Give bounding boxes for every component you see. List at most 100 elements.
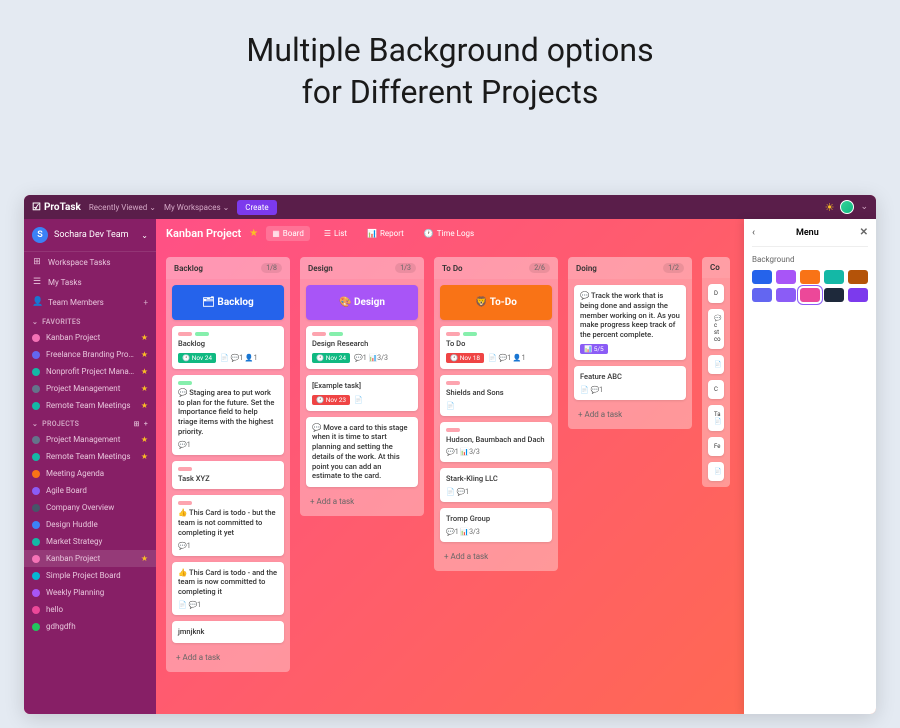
back-button[interactable]: ‹ [752,227,755,238]
add-task-button[interactable]: + Add a task [306,493,418,510]
column-header[interactable]: To Do2/6 [434,257,558,279]
column-hero-card[interactable]: 🗂 Backlog [172,285,284,320]
task-card[interactable]: Backlog🕐 Nov 24📄 💬1 👤1 [172,326,284,369]
sidebar-favorite-item[interactable]: Remote Team Meetings★ [24,397,156,414]
card-tag [178,332,192,336]
card-title: 💬 Move a card to this stage when it is t… [312,423,412,482]
sidebar-favorite-item[interactable]: Project Management★ [24,380,156,397]
column-header[interactable]: Co [702,257,730,278]
nav-team-members[interactable]: 👤Team Members+ [24,292,156,312]
column-header[interactable]: Backlog1/8 [166,257,290,279]
sidebar-project-item[interactable]: Simple Project Board [24,567,156,584]
create-button[interactable]: Create [237,200,276,215]
sidebar-favorite-item[interactable]: Freelance Branding Project★ [24,346,156,363]
task-card[interactable]: [Example task]🕐 Nov 23📄 [306,375,418,411]
task-card[interactable]: Hudson, Baumbach and Dach💬1 📊3/3 [440,422,552,463]
page-heading: Multiple Background options for Differen… [0,0,900,153]
add-task-button[interactable]: + Add a task [574,406,686,423]
task-card[interactable]: 💬 Track the work that is being done and … [574,285,686,360]
plus-icon[interactable]: + [144,420,148,428]
task-card[interactable]: 💬 c st co [708,309,724,349]
sidebar: S Sochara Dev Team ⌄ ⊞Workspace Tasks ☰M… [24,219,156,714]
background-swatch[interactable] [752,288,772,302]
sidebar-project-item[interactable]: Market Strategy [24,533,156,550]
sidebar-project-item[interactable]: Meeting Agenda [24,465,156,482]
star-icon[interactable]: ★ [141,401,148,410]
view-list-button[interactable]: ☰List [318,226,353,241]
my-workspaces-menu[interactable]: My Workspaces⌄ [164,203,229,212]
close-icon[interactable]: ✕ [860,227,868,238]
project-color-dot [32,436,40,444]
add-task-button[interactable]: + Add a task [440,548,552,565]
menu-panel: ‹ Menu ✕ Background [744,219,876,714]
recently-viewed-menu[interactable]: Recently Viewed⌄ [89,203,156,212]
task-card[interactable]: 👍 This Card is todo - and the team is no… [172,562,284,615]
background-swatch[interactable] [800,288,820,302]
star-icon[interactable]: ★ [141,333,148,342]
background-swatch[interactable] [752,270,772,284]
background-swatch[interactable] [776,270,796,284]
task-card[interactable]: 💬 Staging area to put work to plan for t… [172,375,284,455]
task-card[interactable]: Shields and Sons📄 [440,375,552,416]
task-card[interactable]: 👍 This Card is todo - but the team is no… [172,495,284,555]
task-card[interactable]: 💬 Move a card to this stage when it is t… [306,417,418,488]
sidebar-project-item[interactable]: Remote Team Meetings★ [24,448,156,465]
task-card[interactable]: C [708,380,724,399]
sun-icon[interactable]: ☀ [825,201,835,214]
sidebar-project-item[interactable]: Agile Board [24,482,156,499]
view-board-button[interactable]: ▦Board [266,226,310,241]
nav-workspace-tasks[interactable]: ⊞Workspace Tasks [24,252,156,272]
task-card[interactable]: Ta 📄 [708,405,724,431]
task-card[interactable]: Task XYZ [172,461,284,490]
sidebar-project-item[interactable]: gdhgdfh [24,618,156,635]
task-card[interactable]: jmnjknk [172,621,284,643]
task-card[interactable]: D [708,284,724,303]
sidebar-project-item[interactable]: Kanban Project★ [24,550,156,567]
star-icon[interactable]: ★ [141,554,148,563]
star-icon[interactable]: ★ [249,228,258,239]
view-report-button[interactable]: 📊Report [361,226,410,241]
sidebar-project-item[interactable]: Project Management★ [24,431,156,448]
task-card[interactable]: Feature ABC📄 💬1 [574,366,686,400]
background-swatch[interactable] [824,288,844,302]
column-header[interactable]: Design1/3 [300,257,424,279]
star-icon[interactable]: ★ [141,452,148,461]
logo[interactable]: ProTask [32,202,81,213]
project-color-dot [32,623,40,631]
star-icon[interactable]: ★ [141,384,148,393]
background-swatch[interactable] [824,270,844,284]
background-swatch[interactable] [848,270,868,284]
sidebar-project-item[interactable]: Weekly Planning [24,584,156,601]
sidebar-favorite-item[interactable]: Kanban Project★ [24,329,156,346]
view-timelogs-button[interactable]: 🕐Time Logs [418,226,480,241]
plus-icon[interactable]: + [143,298,148,307]
team-header[interactable]: S Sochara Dev Team ⌄ [24,219,156,252]
task-card[interactable]: Fe [708,437,724,456]
background-swatch[interactable] [800,270,820,284]
sidebar-project-item[interactable]: Design Huddle [24,516,156,533]
sidebar-project-item[interactable]: hello [24,601,156,618]
add-task-button[interactable]: + Add a task [172,649,284,666]
task-card[interactable]: To Do🕐 Nov 18📄 💬1 👤1 [440,326,552,369]
star-icon[interactable]: ★ [141,435,148,444]
task-card[interactable]: 📄 [708,355,724,374]
background-swatch[interactable] [776,288,796,302]
column-hero-card[interactable]: 🎨 Design [306,285,418,320]
sidebar-favorite-item[interactable]: Nonprofit Project Manager★ [24,363,156,380]
sidebar-project-item[interactable]: Company Overview [24,499,156,516]
task-card[interactable]: Tromp Group💬1 📊3/3 [440,508,552,542]
user-avatar[interactable] [840,200,854,214]
column-hero-card[interactable]: 🦁 To-Do [440,285,552,320]
star-icon[interactable]: ★ [141,350,148,359]
favorites-header[interactable]: ⌄FAVORITES [24,312,156,329]
star-icon[interactable]: ★ [141,367,148,376]
grid-icon[interactable]: ⊞ [134,420,140,428]
task-card[interactable]: 📄 [708,462,724,481]
background-swatch[interactable] [848,288,868,302]
task-card[interactable]: Stark-Kling LLC📄 💬1 [440,468,552,502]
nav-my-tasks[interactable]: ☰My Tasks [24,272,156,292]
projects-header[interactable]: ⌄PROJECTS⊞+ [24,414,156,431]
project-color-dot [32,589,40,597]
task-card[interactable]: Design Research🕐 Nov 24💬1 📊3/3 [306,326,418,369]
column-header[interactable]: Doing1/2 [568,257,692,279]
